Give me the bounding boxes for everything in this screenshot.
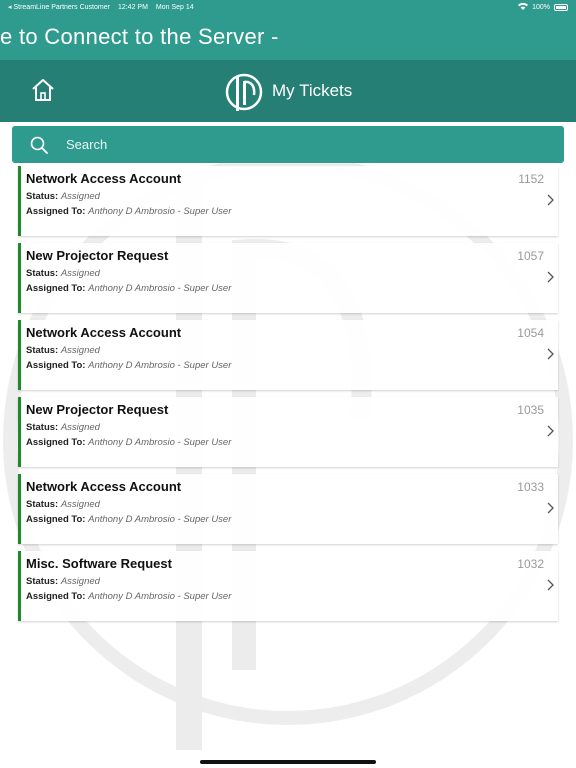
ticket-status-line: Status: Assigned: [26, 191, 100, 202]
ticket-status: Assigned: [60, 422, 100, 433]
home-indicator[interactable]: [200, 760, 376, 764]
ticket-status: Assigned: [60, 268, 100, 279]
ticket-status: Assigned: [60, 191, 100, 202]
wifi-icon: [518, 2, 529, 12]
ticket-status: Assigned: [60, 499, 100, 510]
ticket-title: Network Access Account: [26, 325, 182, 340]
ticket-assignee-line: Assigned To: Anthony D Ambrosio - Super …: [26, 591, 231, 602]
chevron-right-icon: [547, 194, 554, 206]
status-label: Status:: [26, 499, 59, 510]
ticket-title: Misc. Software Request: [26, 556, 172, 571]
ticket-id: 1057: [517, 249, 544, 263]
nav-title-group: My Tickets: [224, 69, 352, 113]
ticket-row[interactable]: Network Access Account 1152 Status: Assi…: [18, 166, 558, 236]
ticket-assignee: Anthony D Ambrosio - Super User: [88, 206, 232, 217]
search-bar[interactable]: [12, 126, 564, 163]
home-button[interactable]: [30, 77, 56, 103]
app-logo-icon: [225, 73, 263, 111]
ticket-status-line: Status: Assigned: [26, 499, 100, 510]
ticket-status-line: Status: Assigned: [26, 345, 100, 356]
ticket-title: New Projector Request: [26, 248, 169, 263]
assigned-to-label: Assigned To:: [26, 206, 86, 217]
page-title: My Tickets: [272, 81, 353, 100]
status-label: Status:: [26, 422, 59, 433]
ticket-row[interactable]: Network Access Account 1033 Status: Assi…: [18, 474, 558, 544]
status-time: 12:42 PM: [117, 3, 148, 11]
banner-text: e to Connect to the Server -: [0, 24, 279, 49]
ticket-assignee: Anthony D Ambrosio - Super User: [88, 514, 232, 525]
ticket-assignee-line: Assigned To: Anthony D Ambrosio - Super …: [26, 514, 231, 525]
ticket-title: New Projector Request: [26, 402, 169, 417]
status-label: Status:: [26, 576, 59, 587]
ticket-row[interactable]: New Projector Request 1035 Status: Assig…: [18, 397, 558, 467]
ticket-row[interactable]: New Projector Request 1057 Status: Assig…: [18, 243, 558, 313]
ticket-id: 1032: [517, 557, 544, 571]
search-input[interactable]: [66, 137, 466, 152]
chevron-right-icon: [547, 271, 554, 283]
ticket-status-line: Status: Assigned: [26, 576, 100, 587]
status-label: Status:: [26, 345, 59, 356]
search-icon: [30, 136, 48, 154]
ticket-status-line: Status: Assigned: [26, 422, 100, 433]
ticket-status: Assigned: [60, 345, 100, 356]
ticket-id: 1054: [517, 326, 544, 340]
ticket-assignee: Anthony D Ambrosio - Super User: [88, 437, 232, 448]
ticket-assignee: Anthony D Ambrosio - Super User: [88, 591, 232, 602]
assigned-to-label: Assigned To:: [26, 591, 86, 602]
ticket-assignee: Anthony D Ambrosio - Super User: [88, 283, 232, 294]
status-bar: ◂ StreamLine Partners Customer 12:42 PM …: [0, 0, 576, 14]
status-label: Status:: [26, 191, 59, 202]
ticket-assignee-line: Assigned To: Anthony D Ambrosio - Super …: [26, 206, 231, 217]
chevron-right-icon: [547, 425, 554, 437]
ticket-id: 1152: [518, 172, 544, 186]
ticket-id: 1035: [517, 403, 544, 417]
back-to-app-link[interactable]: ◂ StreamLine Partners Customer: [8, 3, 110, 11]
battery-percent: 100%: [532, 3, 550, 11]
ticket-assignee-line: Assigned To: Anthony D Ambrosio - Super …: [26, 360, 231, 371]
assigned-to-label: Assigned To:: [26, 437, 86, 448]
assigned-to-label: Assigned To:: [26, 360, 86, 371]
chevron-right-icon: [547, 579, 554, 591]
ticket-status-line: Status: Assigned: [26, 268, 100, 279]
home-icon: [32, 79, 54, 101]
ticket-list: Network Access Account 1152 Status: Assi…: [18, 166, 558, 628]
status-date: Mon Sep 14: [155, 3, 194, 11]
battery-icon: [554, 3, 568, 11]
chevron-right-icon: [547, 348, 554, 360]
ticket-title: Network Access Account: [26, 171, 182, 186]
assigned-to-label: Assigned To:: [26, 514, 86, 525]
nav-bar: My Tickets: [0, 60, 576, 122]
ticket-row[interactable]: Misc. Software Request 1032 Status: Assi…: [18, 551, 558, 621]
ticket-title: Network Access Account: [26, 479, 182, 494]
status-label: Status:: [26, 268, 59, 279]
connection-banner: e to Connect to the Server -: [0, 14, 576, 60]
chevron-right-icon: [547, 502, 554, 514]
ticket-assignee-line: Assigned To: Anthony D Ambrosio - Super …: [26, 283, 231, 294]
ticket-id: 1033: [517, 480, 544, 494]
ticket-assignee: Anthony D Ambrosio - Super User: [88, 360, 232, 371]
ticket-assignee-line: Assigned To: Anthony D Ambrosio - Super …: [26, 437, 231, 448]
ticket-row[interactable]: Network Access Account 1054 Status: Assi…: [18, 320, 558, 390]
ticket-status: Assigned: [60, 576, 100, 587]
assigned-to-label: Assigned To:: [26, 283, 86, 294]
